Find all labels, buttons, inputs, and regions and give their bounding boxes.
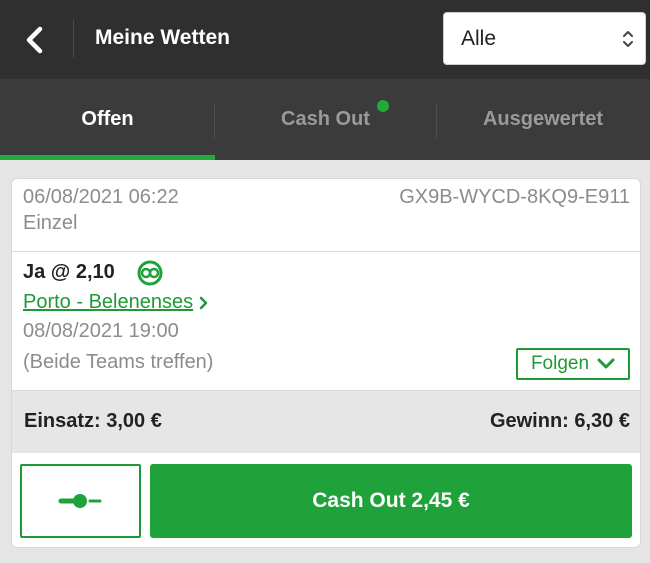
bet-card-header: 06/08/2021 06:22 GX9B-WYCD-8KQ9-E911 Ein… [12,179,640,252]
chevron-right-icon [199,296,208,309]
potential-winnings: Gewinn: 6,30 € [489,410,630,432]
bet-filter-select[interactable]: Alle [443,12,646,65]
chevron-down-icon [597,358,615,369]
select-arrows-icon [623,31,633,47]
tab-offen[interactable]: Offen [0,79,215,160]
tab-label: Ausgewertet [482,108,604,130]
bet-pick: Ja @ 2,10 [23,261,115,283]
active-tab-indicator [0,155,215,160]
slider-icon [58,494,101,508]
filter-selected-value: Alle [461,26,497,50]
header-divider [73,20,74,58]
event-link[interactable]: Porto - Belenenses [23,291,209,314]
market-name: (Beide Teams treffen) [23,351,214,373]
bet-placed-date: 06/08/2021 06:22 [23,186,179,208]
follow-button[interactable]: Folgen [516,348,630,380]
tab-ausgewertet[interactable]: Ausgewertet [436,79,650,160]
stake-summary: Einsatz: 3,00 € Gewinn: 6,30 € [12,390,640,453]
cash-out-label: Cash Out 2,45 € [312,489,470,512]
tab-cash-out[interactable]: Cash Out [215,79,436,160]
page-title: Meine Wetten [95,26,230,49]
event-name: Porto - Belenenses [23,291,194,313]
bet-selection: Ja @ 2,10 Porto - Belenenses 08/08/2021 … [12,252,640,390]
tab-label: Offen [81,108,134,130]
notification-dot [377,100,389,112]
tab-label: Cash Out [281,108,370,130]
top-bar: Meine Wetten Alle [0,0,650,79]
cashout-available-icon [137,260,163,286]
back-arrow-icon [26,26,43,54]
follow-label: Folgen [530,353,590,374]
bet-card: 06/08/2021 06:22 GX9B-WYCD-8KQ9-E911 Ein… [11,178,641,548]
bet-id: GX9B-WYCD-8KQ9-E911 [399,186,630,208]
cash-out-button[interactable]: Cash Out 2,45 € [150,464,632,538]
back-button[interactable] [14,20,54,60]
bet-tabs: Offen Cash Out Ausgewertet [0,79,650,160]
bet-type: Einzel [23,212,78,234]
partial-cashout-slider-button[interactable] [20,464,141,538]
stake-amount: Einsatz: 3,00 € [24,410,162,432]
event-date: 08/08/2021 19:00 [23,320,179,342]
